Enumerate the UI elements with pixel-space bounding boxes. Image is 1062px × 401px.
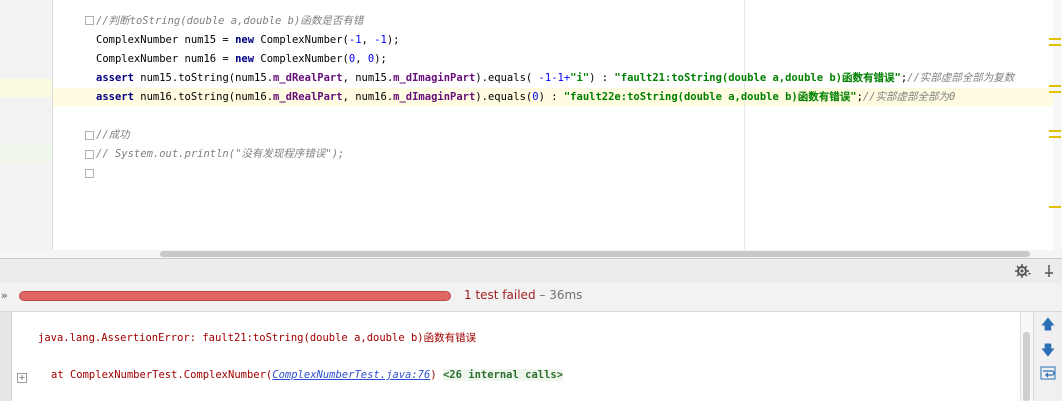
code-line[interactable]: assert num15.toString(num15.m_dRealPart,… xyxy=(96,69,1014,88)
code-token: // System.out.println("没有发现程序错误"); xyxy=(96,148,345,160)
code-token: //成功 xyxy=(96,129,130,141)
code-token: //判断toString(double a,double b)函数是否有错 xyxy=(96,15,364,27)
code-token: , num15. xyxy=(342,72,394,84)
right-margin-guide xyxy=(744,0,745,258)
code-token: , num16. xyxy=(342,91,394,103)
test-tree-edge[interactable] xyxy=(0,312,12,401)
code-token: num15.toString(num15. xyxy=(133,72,274,84)
code-token: -1-1+ xyxy=(538,72,571,84)
code-token: -1 xyxy=(348,34,362,46)
code-token: ).equals( xyxy=(475,72,539,84)
code-token: m_dImaginPart xyxy=(393,72,476,84)
code-token: assert xyxy=(96,91,134,103)
test-status: 1 test failed – 36ms xyxy=(464,288,582,302)
arrow-down-icon[interactable]: 🡇 xyxy=(1039,342,1057,360)
more-chevron[interactable]: » xyxy=(1,289,8,302)
code-token: m_dRealPart xyxy=(273,91,343,103)
error-stripe-marker[interactable] xyxy=(1049,38,1061,40)
code-token: //实部虚部全部为0 xyxy=(862,91,956,103)
console-output[interactable]: java.lang.AssertionError: fault21:toStri… xyxy=(12,312,1020,401)
code-line[interactable]: ComplexNumber num15 = new ComplexNumber(… xyxy=(96,31,400,50)
code-line[interactable]: // System.out.println("没有发现程序错误"); xyxy=(96,145,344,164)
code-token: m_dRealPart xyxy=(273,72,343,84)
code-token: ) : xyxy=(538,91,564,103)
soft-wrap-icon[interactable] xyxy=(1039,366,1057,384)
pin-icon[interactable] xyxy=(1043,264,1055,278)
code-token: "fault21:toString(double a,double b)函数有错… xyxy=(614,72,901,84)
code-token: ComplexNumber num15 = xyxy=(96,34,236,46)
error-stripe-marker[interactable] xyxy=(1049,44,1061,46)
code-token: , xyxy=(355,53,368,65)
fold-marker[interactable] xyxy=(85,150,94,159)
code-token: assert xyxy=(96,72,134,84)
code-token: ComplexNumber( xyxy=(254,34,349,46)
internal-calls-toggle[interactable]: <26 internal calls> xyxy=(442,369,564,381)
code-token: ).equals( xyxy=(475,91,533,103)
error-stripe-marker[interactable] xyxy=(1049,136,1061,138)
stack-trace-prefix: at ComplexNumberTest.ComplexNumber( xyxy=(51,369,273,381)
code-token: "fault22e:toString(double a,double b)函数有… xyxy=(563,91,857,103)
code-token: -1 xyxy=(374,34,387,46)
code-token: m_dImaginPart xyxy=(393,91,476,103)
gear-icon[interactable] xyxy=(1015,264,1031,278)
error-stripe-marker[interactable] xyxy=(1049,85,1061,87)
code-token: ); xyxy=(374,53,387,65)
code-token: ComplexNumber( xyxy=(254,53,349,65)
code-token: ); xyxy=(386,34,400,46)
gutter-highlight xyxy=(0,79,52,97)
code-token: ) : xyxy=(589,72,615,84)
code-line[interactable]: //判断toString(double a,double b)函数是否有错 xyxy=(96,12,363,31)
test-status-text: 1 test failed xyxy=(464,288,536,302)
fold-marker[interactable] xyxy=(85,16,94,25)
source-link[interactable]: ComplexNumberTest.java:76 xyxy=(272,369,430,381)
expand-trace-button[interactable]: + xyxy=(17,373,27,383)
code-token: num16.toString(num16. xyxy=(133,91,274,103)
fold-marker[interactable] xyxy=(85,131,94,140)
code-token: //实部虚部全部为复数 xyxy=(907,72,1015,84)
test-progress-row: » 1 test failed – 36ms xyxy=(0,283,1062,312)
code-token: new xyxy=(235,53,255,65)
code-token: "i" xyxy=(570,72,590,84)
code-line[interactable]: assert num16.toString(num16.m_dRealPart,… xyxy=(96,88,955,107)
run-panel-header xyxy=(0,258,1062,284)
gutter-highlight-green xyxy=(0,144,52,162)
assertion-error-line: java.lang.AssertionError: fault21:toStri… xyxy=(38,332,477,344)
stack-trace-suffix: ) xyxy=(430,369,443,381)
code-line[interactable]: ComplexNumber num16 = new ComplexNumber(… xyxy=(96,50,387,69)
stack-trace-line: at ComplexNumberTest.ComplexNumber(Compl… xyxy=(51,369,564,381)
fold-marker[interactable] xyxy=(85,169,94,178)
code-token: , xyxy=(361,34,375,46)
horizontal-scrollbar-thumb[interactable] xyxy=(160,251,1030,257)
error-stripe-marker[interactable] xyxy=(1049,91,1061,93)
editor-left-gutter xyxy=(0,0,53,258)
test-progress-bar xyxy=(19,291,451,301)
error-stripe-marker[interactable] xyxy=(1049,130,1061,132)
console-scrollbar-thumb[interactable] xyxy=(1023,332,1030,401)
code-token: new xyxy=(235,34,255,46)
arrow-up-icon[interactable]: 🡅 xyxy=(1039,316,1057,334)
code-line[interactable]: //成功 xyxy=(96,126,130,145)
code-token: ComplexNumber num16 = xyxy=(96,53,236,65)
error-stripe-marker[interactable] xyxy=(1049,206,1061,208)
test-duration: – 36ms xyxy=(535,288,583,302)
